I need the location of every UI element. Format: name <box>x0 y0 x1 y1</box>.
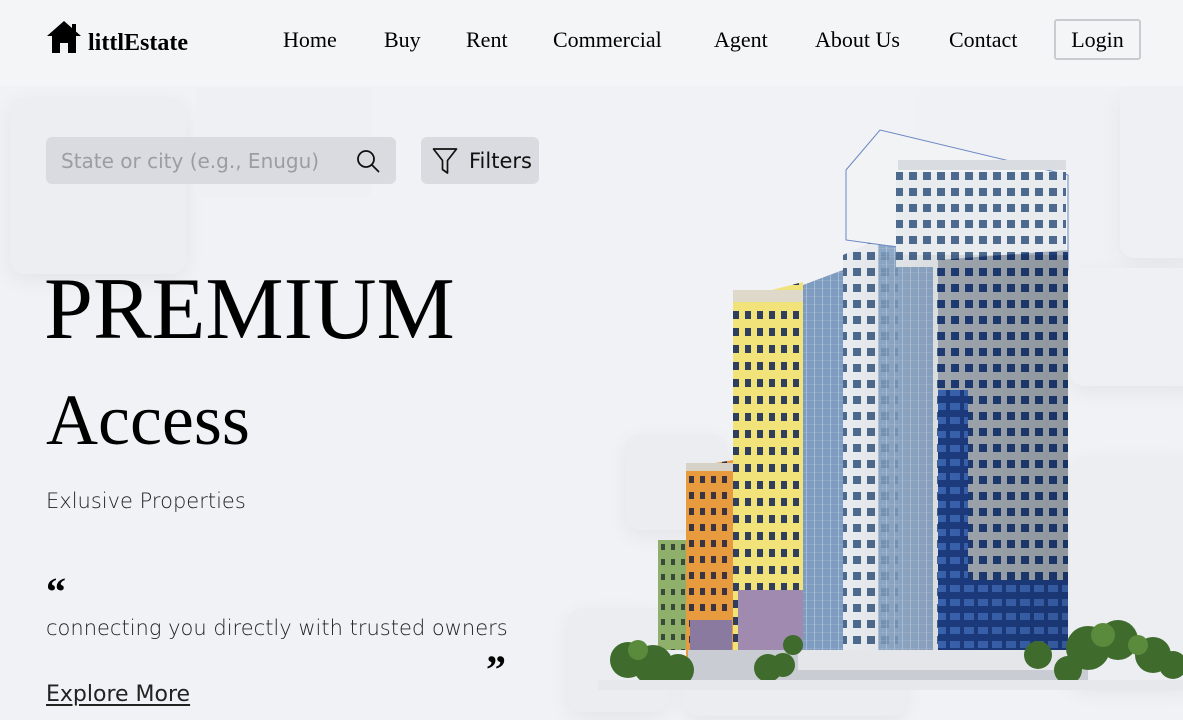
nav-link-rent[interactable]: Rent <box>466 27 508 53</box>
building-image <box>598 129 1183 690</box>
search-icon[interactable] <box>356 149 380 173</box>
filters-button[interactable]: Filters <box>421 137 539 184</box>
hero-title-line2: Access <box>46 380 250 460</box>
hero-title-line1: PREMIUM <box>44 261 455 358</box>
open-quote-icon: “ <box>46 569 66 614</box>
search-bar <box>46 137 396 184</box>
nav-link-about-us[interactable]: About Us <box>815 27 900 53</box>
nav-link-buy[interactable]: Buy <box>384 27 421 53</box>
nav-link-contact[interactable]: Contact <box>949 27 1017 53</box>
login-button[interactable]: Login <box>1054 19 1141 60</box>
explore-more-link[interactable]: Explore More <box>46 682 190 707</box>
search-input[interactable] <box>61 148 351 173</box>
navbar: littlEstate Home Buy Rent Commercial Age… <box>0 0 1183 86</box>
close-quote-icon: ” <box>486 647 506 692</box>
funnel-icon <box>432 147 458 174</box>
house-icon <box>47 21 81 53</box>
filters-label: Filters <box>469 148 532 173</box>
hero-quote: connecting you directly with trusted own… <box>46 616 508 640</box>
nav-link-home[interactable]: Home <box>283 27 337 53</box>
nav-link-commercial[interactable]: Commercial <box>553 27 662 53</box>
brand-name: littlEstate <box>88 30 188 56</box>
decorative-tile <box>10 98 186 274</box>
brand-logo[interactable]: littlEstate <box>46 20 188 56</box>
nav-link-agent[interactable]: Agent <box>714 27 768 53</box>
hero-subtitle: Exlusive Properties <box>46 489 246 513</box>
